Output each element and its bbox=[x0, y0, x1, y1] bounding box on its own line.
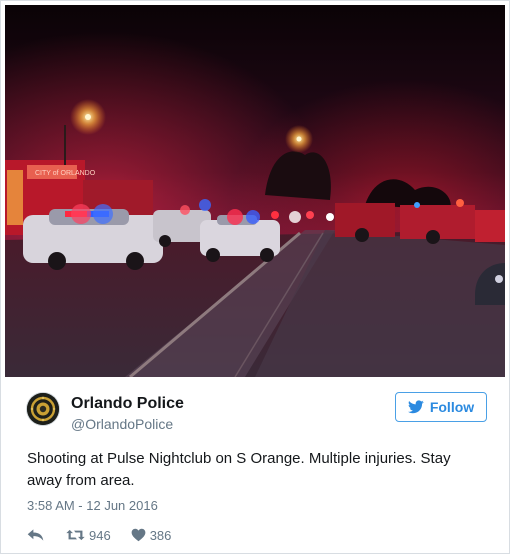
like-button[interactable]: 386 bbox=[131, 527, 172, 543]
heart-icon bbox=[131, 528, 146, 542]
retweet-count: 946 bbox=[89, 527, 111, 543]
like-count: 386 bbox=[149, 527, 172, 543]
vehicle-sign-text: CITY of ORLANDO bbox=[35, 170, 96, 177]
follow-label: Follow bbox=[429, 399, 475, 415]
follow-button[interactable]: Follow bbox=[395, 392, 487, 422]
reply-icon bbox=[27, 529, 44, 541]
tweet-timestamp[interactable]: 3:58 AM - 12 Jun 2016 bbox=[27, 498, 158, 513]
tweet-card: CITY of ORLANDO Orlando Police @OrlandoP… bbox=[0, 0, 510, 554]
author-handle[interactable]: @OrlandoPolice bbox=[71, 416, 173, 432]
avatar[interactable] bbox=[27, 393, 59, 425]
retweet-button[interactable]: 946 bbox=[66, 528, 111, 543]
retweet-icon bbox=[66, 529, 85, 541]
police-badge-icon bbox=[27, 393, 59, 425]
tweet-header: Orlando Police @OrlandoPolice Follow bbox=[27, 392, 487, 437]
bird-icon bbox=[407, 400, 424, 414]
tweet-text: Shooting at Pulse Nightclub on S Orange.… bbox=[27, 450, 451, 489]
reply-button[interactable] bbox=[27, 528, 44, 542]
tweet-photo[interactable]: CITY of ORLANDO bbox=[5, 5, 505, 377]
author-name[interactable]: Orlando Police bbox=[71, 395, 184, 413]
night-scene-image: CITY of ORLANDO bbox=[5, 5, 505, 377]
tweet-actions: 946 386 bbox=[27, 525, 171, 545]
